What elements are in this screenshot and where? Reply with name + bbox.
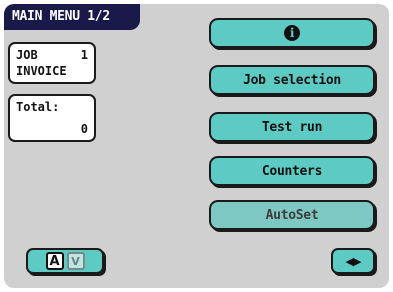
test-run-button[interactable]: Test run: [209, 112, 375, 142]
keyboard-toggle-button[interactable]: A V: [26, 248, 104, 274]
job-selection-button[interactable]: Job selection: [209, 65, 375, 95]
left-right-arrows-icon: ◀▶: [345, 254, 362, 268]
info-button[interactable]: i: [209, 18, 375, 48]
job-name: INVOICE: [16, 64, 67, 78]
total-value: 0: [80, 122, 88, 136]
device-screen: MAIN MENU 1/2 JOB 1 INVOICE Total: 0 i J…: [4, 4, 389, 288]
job-info-panel: JOB 1 INVOICE: [8, 42, 96, 84]
autoset-button[interactable]: AutoSet: [209, 200, 375, 230]
info-icon: i: [284, 25, 300, 41]
job-label: JOB: [16, 48, 38, 62]
counters-button[interactable]: Counters: [209, 156, 375, 186]
page-title: MAIN MENU 1/2: [4, 4, 140, 30]
total-label: Total:: [16, 100, 60, 114]
total-counter-panel: Total: 0: [8, 94, 96, 142]
job-number: 1: [80, 48, 88, 62]
keyboard-v-icon: V: [66, 252, 85, 270]
page-navigation-button[interactable]: ◀▶: [331, 248, 375, 274]
keyboard-a-icon: A: [45, 252, 64, 270]
